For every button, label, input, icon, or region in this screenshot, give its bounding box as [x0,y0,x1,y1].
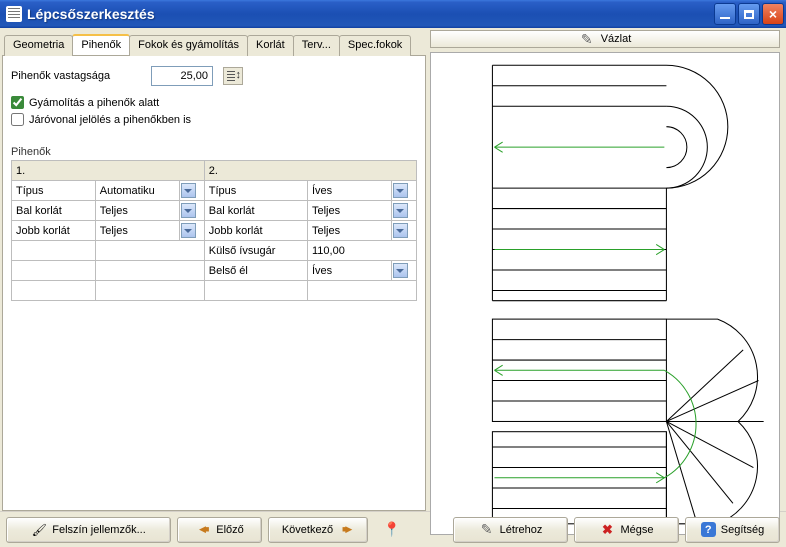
cell-value [95,281,204,301]
tab-pihenok[interactable]: Pihenők [72,34,130,55]
thickness-input[interactable] [151,66,213,86]
tab-strip: Geometria Pihenők Fokok és gyámolítás Ko… [2,34,426,56]
app-icon [6,6,22,22]
cell-value[interactable]: Teljes [307,221,391,241]
pencil-icon [579,31,595,47]
sketch-button[interactable]: Vázlat [430,30,780,48]
x-icon [599,522,615,538]
minimize-button[interactable] [714,3,736,25]
cell-label [204,281,307,301]
sketch-button-label: Vázlat [601,33,632,45]
table-row: Bal korlátTeljesBal korlátTeljes [12,201,417,221]
dropdown-button[interactable] [393,203,408,218]
prev-label: Előző [216,524,244,536]
next-label: Következő [282,524,333,536]
chk-gyamolitas[interactable] [11,96,24,109]
table-row: Külső ívsugár110,00 [12,241,417,261]
cell-value[interactable]: Teljes [95,221,179,241]
create-button[interactable]: Létrehoz [453,517,568,543]
left-panel: Geometria Pihenők Fokok és gyámolítás Ko… [0,28,428,511]
cell-label: Jobb korlát [204,221,307,241]
maximize-button[interactable] [738,3,760,25]
cell-value[interactable]: Teljes [95,201,179,221]
chk-jarovonal-label: Járóvonal jelölés a pihenőkben is [29,114,191,126]
table-row [12,281,417,301]
close-button[interactable]: × [762,3,784,25]
dropdown-button[interactable] [181,183,196,198]
next-button[interactable]: Következő [268,517,368,543]
cell-label [12,261,96,281]
cell-label: Típus [12,181,96,201]
cell-value: 110,00 [307,241,416,261]
tab-terv[interactable]: Terv... [293,35,340,56]
next-icon [338,522,354,538]
cell-label [12,281,96,301]
question-icon: ? [701,522,716,537]
cell-value[interactable]: Automatiku [95,181,179,201]
prev-icon [195,522,211,538]
brush-icon [31,522,47,538]
cell-label: Belső él [204,261,307,281]
thickness-unit-icon[interactable] [223,67,243,85]
tab-korlat[interactable]: Korlát [247,35,294,56]
group-header-1: 1. [12,161,205,181]
table-row: Jobb korlátTeljesJobb korlátTeljes [12,221,417,241]
tab-panel-pihenok: Pihenők vastagsága Gyámolítás a pihenők … [2,56,426,511]
stair-preview [430,52,780,535]
cell-label: Típus [204,181,307,201]
create-label: Létrehoz [500,524,543,536]
table-row: TípusAutomatikuTípusÍves [12,181,417,201]
cell-value [307,281,416,301]
cell-label [12,241,96,261]
right-panel: Vázlat [428,28,786,511]
prev-button[interactable]: Előző [177,517,262,543]
cell-value[interactable]: Íves [307,181,391,201]
cancel-label: Mégse [620,524,653,536]
section-label-pihenok: Pihenők [11,146,417,158]
chk-jarovonal[interactable] [11,113,24,126]
cell-label: Külső ívsugár [204,241,307,261]
landings-table: 1. 2. TípusAutomatikuTípusÍvesBal korlát… [11,160,417,301]
window-titlebar: Lépcsőszerkesztés × [0,0,786,28]
cancel-button[interactable]: Mégse [574,517,679,543]
cell-label: Jobb korlát [12,221,96,241]
group-header-2: 2. [204,161,416,181]
help-label: Segítség [721,524,764,536]
button-bar: Felszín jellemzők... Előző Következő Lét… [0,511,786,547]
chk-gyamolitas-label: Gyámolítás a pihenők alatt [29,97,159,109]
window-title: Lépcsőszerkesztés [27,6,714,22]
pencil-icon [479,522,495,538]
surface-props-label: Felszín jellemzők... [52,524,146,536]
pin-icon[interactable] [384,522,400,538]
cell-label: Bal korlát [12,201,96,221]
cell-value[interactable]: Teljes [307,201,391,221]
dropdown-button[interactable] [181,223,196,238]
cell-value [95,261,204,281]
help-button[interactable]: ? Segítség [685,517,780,543]
dropdown-button[interactable] [393,223,408,238]
cell-value [95,241,204,261]
cell-label: Bal korlát [204,201,307,221]
thickness-label: Pihenők vastagsága [11,70,141,82]
tab-geometria[interactable]: Geometria [4,35,73,56]
dropdown-button[interactable] [393,183,408,198]
dropdown-button[interactable] [393,263,408,278]
cell-value[interactable]: Íves [307,261,391,281]
surface-props-button[interactable]: Felszín jellemzők... [6,517,171,543]
dropdown-button[interactable] [181,203,196,218]
tab-specfokok[interactable]: Spec.fokok [339,35,411,56]
tab-fokok[interactable]: Fokok és gyámolítás [129,35,248,56]
table-row: Belső élÍves [12,261,417,281]
